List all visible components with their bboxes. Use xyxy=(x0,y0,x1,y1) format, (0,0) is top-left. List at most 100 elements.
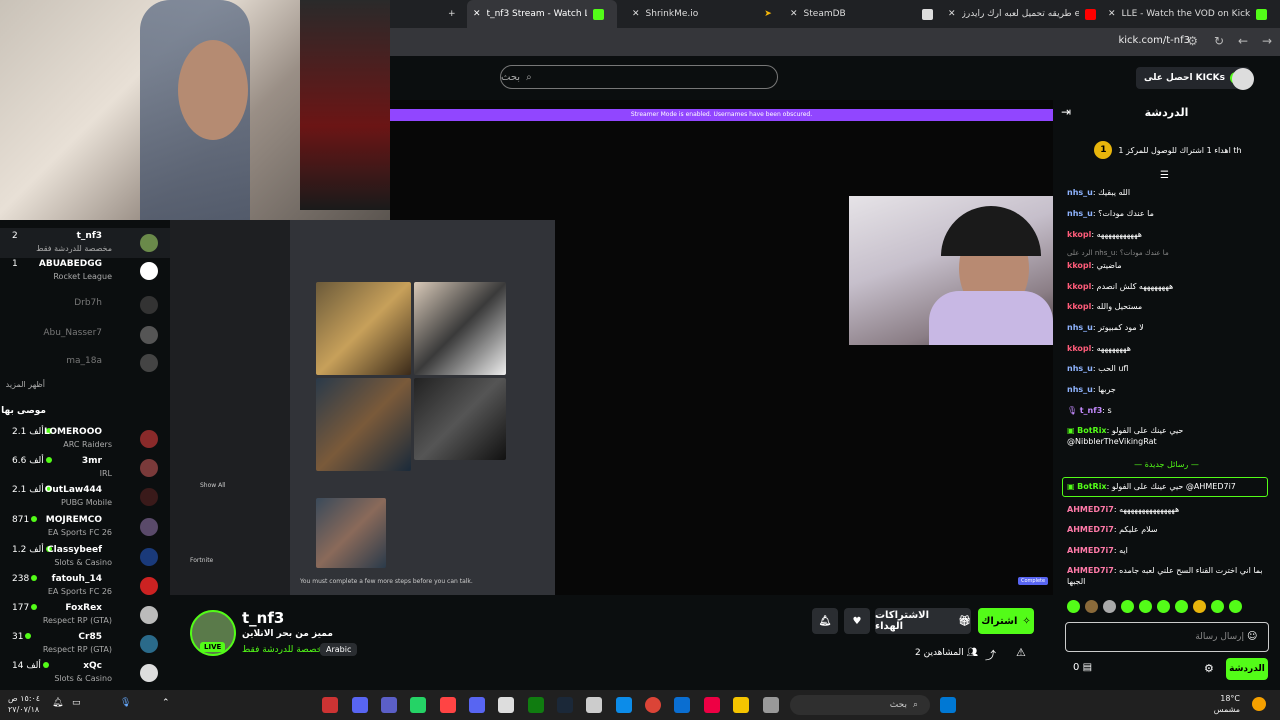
close-icon[interactable]: ✕ xyxy=(790,9,798,19)
teams-icon[interactable] xyxy=(381,697,397,713)
notification-icon[interactable]: 🔔︎ xyxy=(52,698,63,708)
report-icon[interactable]: ⚠ xyxy=(1016,646,1026,659)
tab-youtube[interactable]: ✕ طريقه تحميل لعبه ارك رايدرز e xyxy=(942,0,1102,28)
sidebar-recommended-item[interactable]: 238 fatouh_14 EA Sports FC 26 xyxy=(0,571,170,601)
chat-message: ▣ BotRix: حيي عينك على الفولو @AHMED7i7 xyxy=(1067,482,1236,491)
forward-icon[interactable]: → xyxy=(1262,34,1272,48)
sidebar-channel-item[interactable]: Abu_Nasser7 xyxy=(0,320,170,350)
channel-name[interactable]: t_nf3 xyxy=(242,609,284,627)
avatar xyxy=(140,326,158,344)
tab-lle-vod[interactable]: ✕ LLE - Watch the VOD on Kick xyxy=(1102,0,1280,28)
emote-icon[interactable] xyxy=(1139,600,1152,613)
folder-icon[interactable] xyxy=(733,697,749,713)
avatar xyxy=(140,354,158,372)
pinned-gift-leaderboard[interactable]: 1 اهداء 1 اشتراك للوصول للمركز 1 th xyxy=(1063,138,1273,162)
app-icon[interactable] xyxy=(322,697,338,713)
sidebar-recommended-item[interactable]: 14 ألف xQc Slots & Casino xyxy=(0,658,170,688)
emoji-icon[interactable]: ☺ xyxy=(1247,631,1257,642)
sidebar-recommended-item[interactable]: 1.2 ألف Classybeef Slots & Casino xyxy=(0,542,170,572)
send-chat-button[interactable]: الدردشة xyxy=(1226,658,1268,680)
emote-icon[interactable] xyxy=(1229,600,1242,613)
rank-badge: 1 xyxy=(1094,141,1113,159)
chat-message: kkopl: ماضيتي xyxy=(1067,261,1122,270)
tab-shrinkme[interactable]: ✕ ShrinkMe.io ➤ xyxy=(626,0,776,28)
emote-icon[interactable] xyxy=(1067,600,1080,613)
steam-icon[interactable] xyxy=(586,697,602,713)
tab-steamdb[interactable]: ✕ SteamDB xyxy=(784,0,934,28)
store-icon[interactable] xyxy=(498,697,514,713)
notification-button[interactable]: 🔔︎ xyxy=(812,608,838,634)
weather-widget[interactable]: 18°C مشمس xyxy=(1214,693,1240,715)
app-icon[interactable] xyxy=(763,697,779,713)
search-input[interactable]: ⌕ بحث xyxy=(500,65,778,89)
sidebar-recommended-item[interactable]: 2.1 ألف OutLaw444 PUBG Mobile xyxy=(0,482,170,512)
sidebar-channel-item[interactable]: Drb7h xyxy=(0,290,170,320)
chat-message: AHMED7i7: هههههههههههههههه xyxy=(1067,505,1180,514)
tab-kick-stream[interactable]: ✕ t_nf3 Stream - Watch Live o xyxy=(467,0,617,28)
chat-input[interactable]: إرسال رسالة xyxy=(1065,622,1269,652)
sidebar-recommended-item[interactable]: 31 Cr85 Respect RP (GTA) xyxy=(0,629,170,659)
chrome-icon[interactable] xyxy=(645,697,661,713)
emote-icon[interactable] xyxy=(1121,600,1134,613)
xbox-icon[interactable] xyxy=(528,697,544,713)
chat-message: nhs_u: الله يبقيك xyxy=(1067,188,1131,197)
site-settings-icon[interactable]: ⚙ xyxy=(1187,34,1198,48)
bolt-icon: ➤ xyxy=(764,9,772,19)
sidebar-channel-item[interactable]: 2 t_nf3 مخصصة للدردشة فقط xyxy=(0,228,170,258)
stream-discord-chat-image xyxy=(290,220,555,595)
reload-icon[interactable]: ↻ xyxy=(1214,34,1224,48)
windows-start-icon[interactable] xyxy=(940,697,956,713)
emote-icon[interactable] xyxy=(1157,600,1170,613)
kicks-balance[interactable]: 0 ▤ xyxy=(1073,662,1092,673)
emote-icon[interactable] xyxy=(1175,600,1188,613)
sidebar-recommended-item[interactable]: 2.1 ألف LOMEROOO ARC Raiders xyxy=(0,424,170,454)
chat-message: AHMED7i7: بما اني اخترت القناء السح علني… xyxy=(1067,566,1263,586)
system-clock[interactable]: ١٥:٠٤ ص ٢٧/٠٧/١٨ xyxy=(8,693,40,715)
subscribe-button[interactable]: اشتراك ✧ xyxy=(978,608,1034,634)
filter-icon[interactable]: ☰ xyxy=(1160,170,1169,181)
avatar xyxy=(140,459,158,477)
mic-badge-icon: 🎙︎ xyxy=(1067,406,1078,415)
taskbar-search[interactable]: بحث ⌕ xyxy=(790,695,930,715)
share-icon[interactable]: ⤴ xyxy=(985,647,996,663)
emote-icon[interactable] xyxy=(1085,600,1098,613)
whatsapp-icon[interactable] xyxy=(410,697,426,713)
language-tag[interactable]: Arabic xyxy=(320,643,358,656)
discord-icon[interactable] xyxy=(352,697,368,713)
app-icon[interactable] xyxy=(440,697,456,713)
chat-message: kkopl: ههههههههه xyxy=(1067,344,1131,353)
back-icon[interactable]: ← xyxy=(1238,34,1248,48)
show-more-link[interactable]: أظهر المزيد xyxy=(6,380,45,389)
mic-icon[interactable]: 🎙︎ xyxy=(120,698,131,708)
sidebar-recommended-item[interactable]: 177 FoxRex Respect RP (GTA) xyxy=(0,600,170,630)
gift-subs-button[interactable]: الاشتراكات الهداء 🎁︎ xyxy=(875,608,971,634)
close-icon[interactable]: ✕ xyxy=(632,9,640,19)
sidebar-recommended-item[interactable]: 871 MOJREMCO EA Sports FC 26 xyxy=(0,512,170,542)
avatar xyxy=(140,518,158,536)
new-messages-divider: — رسائل جديدة — xyxy=(1134,460,1199,469)
sidebar-channel-item[interactable]: ma_18a xyxy=(0,348,170,378)
follow-button[interactable]: ♥ xyxy=(844,608,870,634)
sidebar-recommended-item[interactable]: 6.6 ألف 3mr IRL xyxy=(0,453,170,483)
app-icon[interactable] xyxy=(469,697,485,713)
stream-discord-sidebar-image: Show All Fortnite xyxy=(170,220,290,595)
emote-icon[interactable] xyxy=(1193,600,1206,613)
emote-icon[interactable] xyxy=(1103,600,1116,613)
url-field[interactable]: kick.com/t-nf3 xyxy=(1118,35,1190,46)
app-icon[interactable] xyxy=(674,697,690,713)
steam-icon[interactable] xyxy=(557,697,573,713)
edge-icon[interactable] xyxy=(616,697,632,713)
app-icon[interactable] xyxy=(704,697,720,713)
search-icon: ⌕ xyxy=(912,700,918,710)
close-icon[interactable]: ✕ xyxy=(473,9,481,19)
monitor-icon[interactable]: ▭ xyxy=(72,698,81,708)
chevron-up-icon[interactable]: ⌃ xyxy=(162,698,170,708)
stream-category[interactable]: مخصصة للدردشة فقط xyxy=(242,645,327,655)
emote-icon[interactable] xyxy=(1211,600,1224,613)
sidebar-channel-item[interactable]: 1 ABUABEDGG Rocket League xyxy=(0,256,170,286)
gear-icon[interactable]: ⚙ xyxy=(1204,662,1214,675)
collapse-chat-icon[interactable]: ⇥ xyxy=(1061,105,1071,119)
close-icon[interactable]: ✕ xyxy=(948,9,956,19)
close-icon[interactable]: ✕ xyxy=(1108,9,1116,19)
user-avatar[interactable] xyxy=(1232,68,1254,90)
